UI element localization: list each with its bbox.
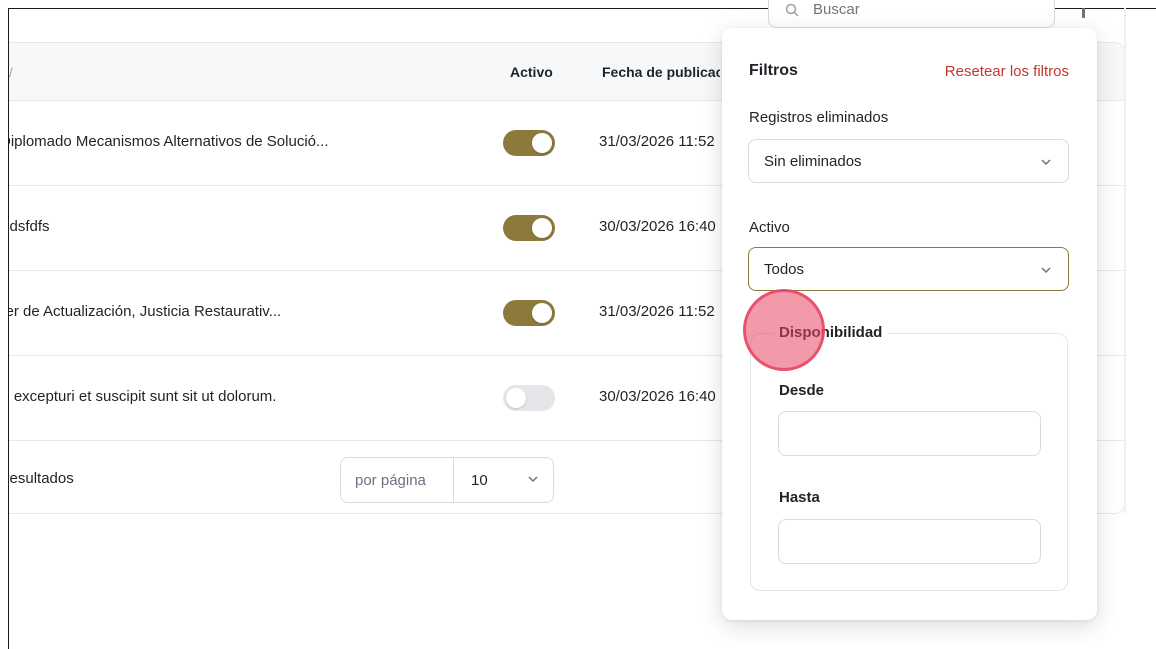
deleted-records-value: Sin eliminados bbox=[764, 153, 862, 170]
row-date: 31/03/2026 11:52 bbox=[599, 133, 715, 150]
row-date: 30/03/2026 16:40 bbox=[599, 218, 716, 235]
deleted-records-label: Registros eliminados bbox=[749, 109, 889, 126]
availability-fieldset: Disponibilidad Desde Hasta bbox=[750, 324, 1068, 591]
toggle-knob bbox=[532, 218, 552, 238]
search-input[interactable] bbox=[813, 1, 1013, 18]
click-indicator bbox=[743, 289, 825, 371]
to-label: Hasta bbox=[779, 489, 820, 506]
column-header-activo[interactable]: Activo bbox=[510, 64, 553, 80]
search-field[interactable] bbox=[768, 0, 1055, 28]
from-label: Desde bbox=[779, 382, 825, 399]
column-header-fecha[interactable]: Fecha de publicación bbox=[602, 64, 720, 80]
toggle-knob bbox=[532, 303, 552, 323]
row-title: Taller de Actualización, Justicia Restau… bbox=[9, 303, 282, 320]
results-count: 4 resultados bbox=[9, 470, 74, 487]
from-date-input[interactable] bbox=[778, 411, 1041, 456]
more-options-icon[interactable] bbox=[1082, 8, 1085, 18]
sort-chevron-icon[interactable]: / bbox=[9, 65, 13, 80]
deleted-records-select[interactable]: Sin eliminados bbox=[748, 139, 1069, 183]
search-icon bbox=[785, 3, 799, 17]
row-title: Cum excepturi et suscipit sunt sit ut do… bbox=[9, 388, 277, 405]
active-label: Activo bbox=[749, 219, 790, 236]
reset-filters-link[interactable]: Resetear los filtros bbox=[945, 63, 1069, 80]
per-page-value: 10 bbox=[471, 472, 488, 489]
row-date: 31/03/2026 11:52 bbox=[599, 303, 715, 320]
active-value: Todos bbox=[764, 261, 805, 278]
active-toggle[interactable] bbox=[503, 385, 555, 411]
filters-title: Filtros bbox=[749, 62, 798, 79]
row-title: sdsfdfs bbox=[9, 218, 50, 235]
per-page-divider bbox=[453, 458, 454, 502]
chevron-down-icon bbox=[1041, 159, 1051, 166]
active-toggle[interactable] bbox=[503, 300, 555, 326]
row-date: 30/03/2026 16:40 bbox=[599, 388, 716, 405]
active-toggle[interactable] bbox=[503, 215, 555, 241]
row-title: Diplomado Mecanismos Alternativos de Sol… bbox=[9, 133, 329, 150]
chevron-down-icon bbox=[1041, 267, 1051, 274]
per-page-label: por página bbox=[355, 472, 426, 489]
toggle-knob bbox=[506, 388, 526, 408]
chevron-down-icon bbox=[528, 476, 538, 483]
scroll-edge bbox=[1124, 8, 1126, 513]
active-select[interactable]: Todos bbox=[748, 247, 1069, 291]
per-page-select[interactable]: por página 10 bbox=[340, 457, 554, 503]
active-toggle[interactable] bbox=[503, 130, 555, 156]
toggle-knob bbox=[532, 133, 552, 153]
to-date-input[interactable] bbox=[778, 519, 1041, 564]
